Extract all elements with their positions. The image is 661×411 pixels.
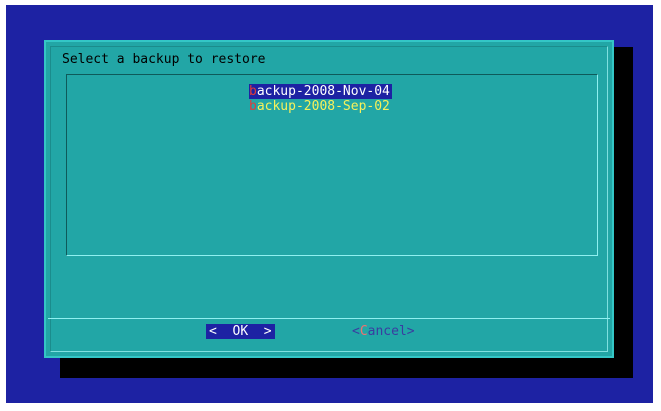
list-item-hotkey: b: [249, 84, 257, 99]
cancel-button[interactable]: <Cancel>: [352, 324, 415, 339]
dialog-title: Select a backup to restore: [62, 52, 266, 67]
cancel-left-bracket: <: [352, 324, 360, 339]
list-item[interactable]: backup-2008-Sep-02: [249, 99, 392, 114]
ok-left-bracket: <: [209, 324, 217, 339]
cancel-label: ancel: [367, 324, 407, 339]
cancel-hotkey: C: [359, 324, 368, 339]
list-item-label: ackup-2008-Nov-04: [256, 84, 390, 99]
backup-list-items: backup-2008-Nov-04 backup-2008-Sep-02: [249, 84, 392, 114]
restore-dialog: Select a backup to restore backup-2008-N…: [44, 40, 614, 358]
ok-button[interactable]: < OK >: [206, 324, 275, 339]
list-item-hotkey: b: [249, 99, 257, 114]
list-item-label: ackup-2008-Sep-02: [256, 99, 390, 114]
ok-right-bracket: >: [263, 324, 272, 339]
cancel-right-bracket: >: [406, 324, 415, 339]
button-bar-divider: [48, 318, 610, 319]
list-item[interactable]: backup-2008-Nov-04: [249, 84, 392, 99]
ok-label: K: [240, 324, 249, 339]
backup-list[interactable]: backup-2008-Nov-04 backup-2008-Sep-02: [66, 74, 598, 256]
